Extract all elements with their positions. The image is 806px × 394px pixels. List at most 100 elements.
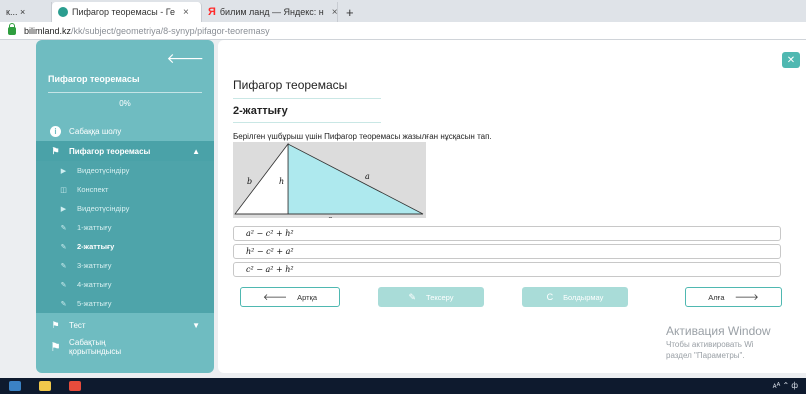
summary-label-line-1: Сабақтың (69, 338, 106, 347)
label-h: h (279, 177, 284, 186)
sidebar-item-label: 5-жаттығу (77, 299, 112, 308)
sidebar-section-label: Пифагор теоремасы (69, 146, 151, 156)
answer-options: a² − c² + h² h² − c² + a² c² − a² + h² (233, 226, 781, 280)
close-icon[interactable]: × (332, 7, 337, 18)
answer-option-1[interactable]: a² − c² + h² (233, 226, 781, 241)
sidebar-item-lesson-overview[interactable]: i Сабаққа шолу (36, 121, 214, 141)
sidebar-item-label: Конспект (77, 185, 109, 194)
file-explorer-icon[interactable] (39, 381, 51, 391)
answer-option-2[interactable]: h² − c² + a² (233, 244, 781, 259)
sidebar-item-5[interactable]: ✎ 2-жаттығу (36, 237, 214, 256)
sidebar-item-label: 4-жаттығу (77, 280, 112, 289)
sidebar-item-label: Тест (69, 320, 86, 330)
watermark-line-3: раздел "Параметры". (666, 351, 745, 360)
page-title: Пифагор теоремасы (233, 78, 348, 92)
windows-activation-watermark: Активация Window Чтобы активировать Wi р… (666, 324, 771, 360)
sidebar-item-label: 1-жаттығу (77, 223, 112, 232)
chevron-down-icon: ▼ (192, 320, 200, 330)
site-favicon-icon (58, 7, 68, 17)
edit-icon: ✎ (60, 224, 67, 232)
lock-icon (8, 22, 16, 35)
sidebar-item-label: Видеотүсіндіру (77, 204, 130, 213)
sidebar-item-label: Видеотүсіндіру (77, 166, 130, 175)
next-button[interactable]: Алға 🡒 (685, 287, 782, 307)
check-button[interactable]: ✎ Тексеру (378, 287, 484, 307)
browser-tab-1[interactable]: к... × (0, 2, 52, 22)
sidebar-title: Пифагор теоремасы (48, 74, 140, 84)
flag-icon: ⚑ (51, 145, 60, 156)
browser-tab-bar: к... × Пифагор теоремасы - Ге × Я билим … (0, 0, 806, 22)
book-icon: ◫ (60, 186, 67, 194)
reset-button[interactable]: C Болдырмау (522, 287, 628, 307)
back-button[interactable]: 🡐 Артқа (240, 287, 340, 307)
browser-tab-3[interactable]: Я билим ланд — Яндекс: н × (202, 2, 338, 22)
exercise-divider (233, 122, 381, 123)
address-bar[interactable]: bilimland.kz /kk/subject/geometriya/8-sy… (0, 22, 806, 40)
label-a: a (365, 172, 370, 181)
close-icon[interactable]: × (183, 7, 189, 18)
tab-3-label: билим ланд — Яндекс: н (219, 7, 324, 17)
sidebar-item-summary[interactable]: ⚑ Сабақтың қорытындысы (36, 334, 214, 360)
arrow-left-icon: 🡐 (262, 291, 288, 302)
expand-icon: ✕ (786, 54, 796, 66)
edit-icon: ✎ (60, 300, 67, 308)
chevron-up-icon: ▲ (192, 146, 200, 156)
triangle-figure: b h a c (233, 142, 426, 223)
triangle-diagram: b h a c (233, 142, 426, 223)
play-icon: ▶ (60, 205, 67, 213)
sidebar-divider (48, 92, 202, 93)
url-host: bilimland.kz (24, 25, 72, 36)
check-button-label: Тексеру (426, 292, 454, 302)
summary-label-line-2: қорытындысы (69, 347, 122, 356)
flag-icon: ⚑ (51, 319, 60, 330)
sidebar-item-label: Сабақтың қорытындысы (69, 338, 121, 356)
url-path: /kk/subject/geometriya/8-synyp/pifagor-t… (71, 25, 270, 36)
page: 🡐 Пифагор теоремасы 0% i Сабаққа шолу ⚑ … (0, 40, 806, 378)
windows-taskbar: ᴀᴬ ⌃ ф (0, 378, 806, 394)
edit-icon: ✎ (60, 262, 67, 270)
check-icon: ✎ (408, 291, 417, 302)
edit-icon: ✎ (60, 281, 67, 289)
exercise-title: 2-жаттығу (233, 105, 288, 117)
label-c: c (328, 215, 332, 218)
edit-icon: ✎ (60, 243, 67, 251)
tab-2-label: Пифагор теоремасы - Ге (72, 7, 175, 17)
answer-option-3[interactable]: c² − a² + h² (233, 262, 781, 277)
watermark-line-2: Чтобы активировать Wi (666, 340, 754, 349)
tab-1-label: к... × (6, 7, 26, 17)
watermark-line-1: Активация Window (666, 324, 771, 338)
flag-icon: ⚑ (50, 340, 61, 354)
sidebar-item-1[interactable]: ▶ Видеотүсіндіру (36, 161, 214, 180)
sidebar-item-2[interactable]: ◫ Конспект (36, 180, 214, 199)
back-arrow-icon[interactable]: 🡐 (166, 50, 204, 67)
question-text: Берілген үшбұрыш үшін Пифагор теоремасы … (233, 132, 492, 141)
play-icon: ▶ (60, 167, 67, 175)
sidebar-item-label: Сабаққа шолу (69, 126, 122, 136)
lesson-content: ✕ Пифагор теоремасы 2-жаттығу Берілген ү… (218, 40, 806, 373)
new-tab-button[interactable]: + (338, 2, 362, 22)
sidebar-item-4[interactable]: ✎ 1-жаттығу (36, 218, 214, 237)
browser-tab-active[interactable]: Пифагор теоремасы - Ге × (52, 2, 202, 22)
reset-button-label: Болдырмау (563, 292, 604, 302)
sidebar-item-3[interactable]: ▶ Видеотүсіндіру (36, 199, 214, 218)
arrow-right-icon: 🡒 (734, 291, 759, 302)
fullscreen-button[interactable]: ✕ (782, 52, 800, 68)
lesson-sidebar: 🡐 Пифагор теоремасы 0% i Сабаққа шолу ⚑ … (36, 40, 214, 373)
sidebar-item-label: 3-жаттығу (77, 261, 112, 270)
sidebar-item-test[interactable]: ⚑ Тест ▼ (36, 315, 214, 335)
yandex-browser-icon[interactable] (69, 381, 81, 391)
reset-icon: C (546, 292, 554, 302)
start-button-icon[interactable] (9, 381, 21, 391)
yandex-icon: Я (208, 6, 216, 18)
sidebar-item-label: 2-жаттығу (77, 242, 115, 251)
info-icon: i (50, 125, 61, 137)
back-button-label: Артқа (297, 292, 318, 302)
sidebar-item-7[interactable]: ✎ 4-жаттығу (36, 275, 214, 294)
progress-text: 0% (119, 99, 131, 108)
sidebar-item-8[interactable]: ✎ 5-жаттығу (36, 294, 214, 313)
label-b: b (247, 177, 252, 186)
title-divider (233, 98, 381, 99)
sidebar-section-pythagoras[interactable]: ⚑ Пифагор теоремасы ▲ (36, 141, 214, 161)
sidebar-item-6[interactable]: ✎ 3-жаттығу (36, 256, 214, 275)
system-tray: ᴀᴬ ⌃ ф (772, 381, 798, 390)
